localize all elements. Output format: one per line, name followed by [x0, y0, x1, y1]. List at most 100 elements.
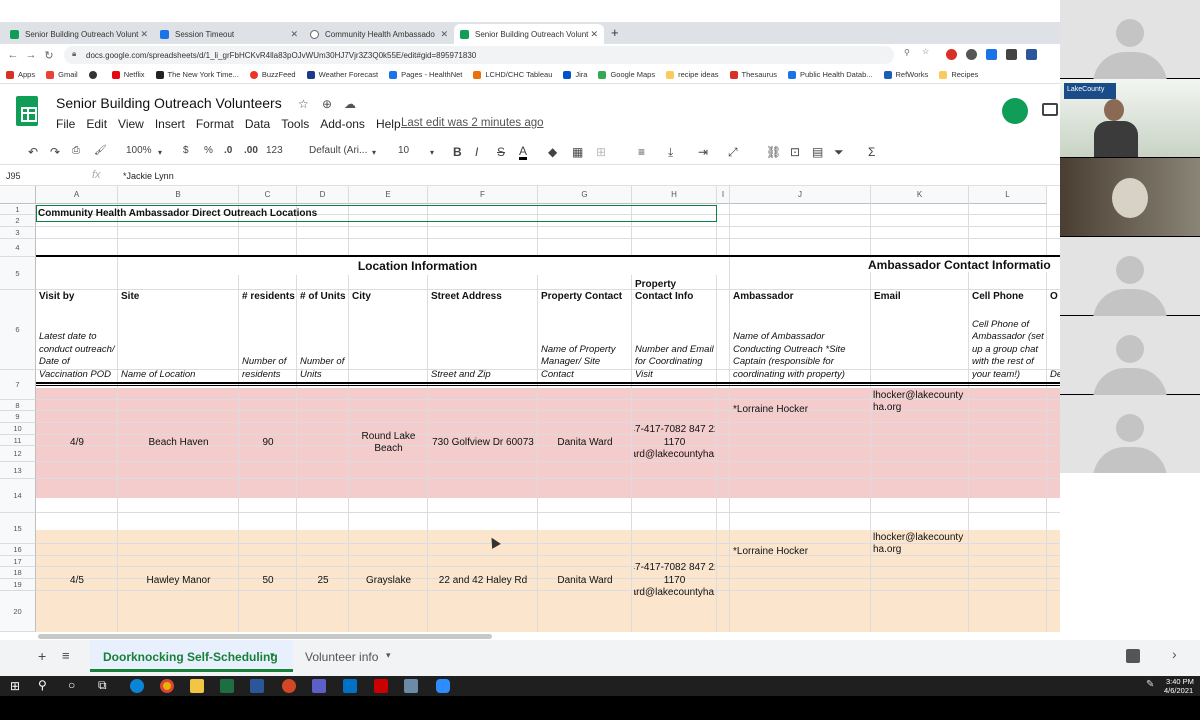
- row-header-12[interactable]: 12: [0, 446, 36, 462]
- row-header-4[interactable]: 4: [0, 239, 36, 257]
- bookmark-refworks[interactable]: RefWorks: [883, 70, 928, 79]
- bookmark-weather[interactable]: Weather Forecast: [306, 70, 378, 79]
- formula-input[interactable]: *Jackie Lynn: [123, 171, 174, 181]
- column-header-g[interactable]: G: [538, 186, 632, 204]
- video-tile-5[interactable]: [1060, 316, 1200, 400]
- row-header-2[interactable]: 2: [0, 215, 36, 227]
- menu-view[interactable]: View: [118, 117, 144, 131]
- column-header-e[interactable]: E: [349, 186, 428, 204]
- record-email[interactable]: lhocker@lakecountyha.org: [873, 390, 967, 414]
- bookmark-apps[interactable]: Apps: [6, 70, 35, 79]
- bookmark-thesaurus[interactable]: Thesaurus: [729, 70, 777, 79]
- browser-tab-1[interactable]: Senior Building Outreach Volunt ✕: [4, 24, 154, 44]
- fill-color-icon[interactable]: ◆: [548, 145, 557, 159]
- record-address[interactable]: 22 and 42 Haley Rd: [430, 530, 536, 632]
- row-header-20[interactable]: 20: [0, 591, 36, 632]
- browser-tab-4[interactable]: Senior Building Outreach Volunt ✕: [454, 24, 604, 44]
- chevron-down-icon[interactable]: ▾: [270, 650, 275, 661]
- task-view-icon[interactable]: ⧉: [98, 678, 107, 693]
- star-icon[interactable]: ☆: [922, 47, 929, 56]
- grid-corner[interactable]: [0, 186, 36, 204]
- increase-decimal-button[interactable]: .00: [244, 145, 258, 156]
- column-header-d[interactable]: D: [297, 186, 349, 204]
- new-tab-button[interactable]: +: [611, 25, 619, 40]
- row-header-9[interactable]: 9: [0, 411, 36, 423]
- bookmark-netflix[interactable]: Netflix: [111, 70, 145, 79]
- sheet-tab-volunteer-info[interactable]: Volunteer info ▾: [298, 640, 408, 672]
- zoom-app-icon[interactable]: [436, 679, 450, 693]
- record-site[interactable]: Beach Haven: [120, 388, 237, 498]
- redo-icon[interactable]: ↷: [50, 145, 60, 159]
- doc-title[interactable]: Senior Building Outreach Volunteers: [56, 95, 282, 111]
- add-sheet-button[interactable]: +: [38, 648, 46, 664]
- valign-bottom-icon[interactable]: ⤓: [668, 145, 673, 160]
- last-edit-link[interactable]: Last edit was 2 minutes ago: [401, 117, 544, 129]
- record-units[interactable]: 25: [299, 530, 347, 632]
- text-rotate-icon[interactable]: ⤢: [728, 145, 738, 160]
- column-header-j[interactable]: J: [730, 186, 871, 204]
- column-header-h[interactable]: H: [632, 186, 717, 204]
- percent-button[interactable]: %: [204, 145, 213, 156]
- cortana-icon[interactable]: ○: [68, 678, 75, 692]
- undo-icon[interactable]: ↶: [28, 145, 38, 159]
- forward-icon[interactable]: →: [22, 49, 40, 61]
- browser-tab-3[interactable]: Community Health Ambassado ✕: [304, 24, 454, 44]
- record-city[interactable]: Grayslake: [351, 530, 426, 632]
- row-header-10[interactable]: 10: [0, 423, 36, 435]
- pen-icon[interactable]: ✎: [1146, 679, 1154, 690]
- close-icon[interactable]: ✕: [440, 29, 448, 40]
- row-header-8[interactable]: 8: [0, 400, 36, 411]
- filter-icon[interactable]: ⏷: [834, 145, 844, 160]
- video-tile-2[interactable]: LakeCounty: [1060, 79, 1200, 157]
- record-residents[interactable]: 50: [241, 530, 295, 632]
- close-icon[interactable]: ✕: [290, 29, 298, 40]
- zoom-icon[interactable]: ⚲: [904, 48, 910, 57]
- video-tile-6[interactable]: [1060, 395, 1200, 479]
- font-size-select[interactable]: 10: [398, 145, 409, 156]
- record-residents[interactable]: 90: [241, 388, 295, 498]
- reload-icon[interactable]: ↻: [40, 49, 58, 62]
- comment-icon[interactable]: [1042, 103, 1058, 116]
- menu-insert[interactable]: Insert: [155, 117, 185, 131]
- record-site[interactable]: Hawley Manor: [120, 530, 237, 632]
- excel-icon[interactable]: [220, 679, 234, 693]
- print-icon[interactable]: ⎙: [72, 145, 80, 156]
- record-city[interactable]: Round Lake Beach: [351, 388, 426, 498]
- decrease-decimal-button[interactable]: .0: [224, 145, 232, 156]
- extension-icon[interactable]: [1026, 49, 1037, 60]
- back-icon[interactable]: ←: [4, 49, 22, 61]
- menu-file[interactable]: File: [56, 117, 75, 131]
- zoom-select[interactable]: 100%: [126, 145, 152, 156]
- row-header-16[interactable]: 16: [0, 544, 36, 556]
- close-icon[interactable]: ✕: [590, 29, 598, 40]
- extension-icon[interactable]: [986, 49, 997, 60]
- row-header-17[interactable]: 17: [0, 556, 36, 567]
- row-header-1[interactable]: 1: [0, 205, 36, 215]
- column-header-i[interactable]: I: [717, 186, 730, 204]
- name-box[interactable]: J95: [6, 171, 21, 181]
- edge-icon[interactable]: [130, 679, 144, 693]
- font-select[interactable]: Default (Ari...: [309, 145, 367, 156]
- column-header-k[interactable]: K: [871, 186, 969, 204]
- column-header-f[interactable]: F: [428, 186, 538, 204]
- menu-help[interactable]: Help: [376, 117, 401, 131]
- bookmark-gmail[interactable]: Gmail: [46, 70, 78, 79]
- video-tile-3[interactable]: [1060, 158, 1200, 236]
- insert-chart-icon[interactable]: ▤: [812, 145, 823, 159]
- bookmark-public-health[interactable]: Public Health Datab...: [787, 70, 873, 79]
- chevron-down-icon[interactable]: ▾: [386, 650, 391, 661]
- row-header-11[interactable]: 11: [0, 435, 36, 446]
- record-contact[interactable]: Danita Ward: [540, 530, 630, 632]
- row-header-7[interactable]: 7: [0, 370, 36, 400]
- column-header-l[interactable]: L: [969, 186, 1047, 204]
- record-address[interactable]: 730 Golfview Dr 60073: [430, 388, 536, 498]
- menu-edit[interactable]: Edit: [86, 117, 107, 131]
- clock-time[interactable]: 3:40 PM: [1166, 677, 1194, 686]
- chrome-icon[interactable]: [160, 679, 174, 693]
- file-explorer-icon[interactable]: [190, 679, 204, 693]
- side-panel-toggle-icon[interactable]: ›: [1172, 646, 1177, 662]
- sheet-tab-doorknocking[interactable]: Doorknocking Self-Scheduling ▾: [90, 640, 293, 672]
- extension-icon[interactable]: [946, 49, 957, 60]
- calculator-icon[interactable]: [404, 679, 418, 693]
- column-header-c[interactable]: C: [239, 186, 297, 204]
